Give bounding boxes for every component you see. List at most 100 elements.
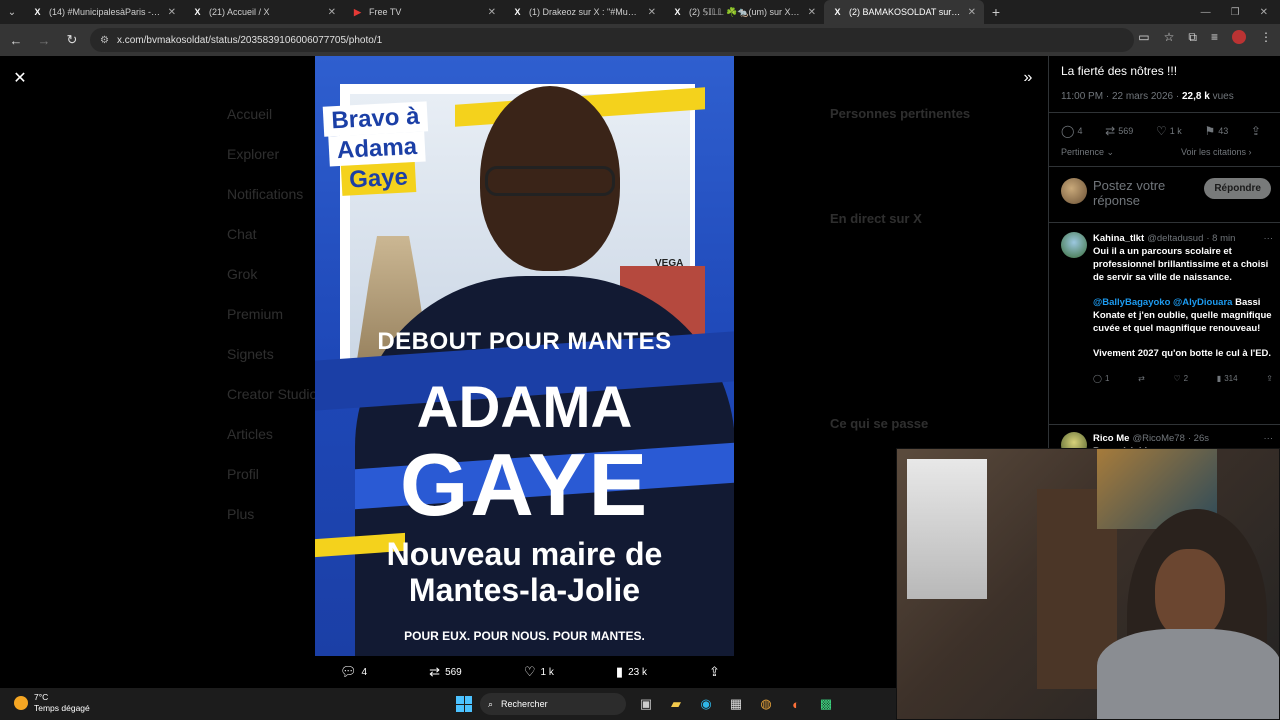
file-explorer-icon[interactable]: ▰ — [666, 694, 686, 714]
reply-submit-button[interactable]: Répondre — [1204, 178, 1271, 199]
media-action-bar: 💬︎ 4 ⇄ 569 ♡ 1 k ▮ 23 k ⇪ — [340, 662, 720, 682]
like-button[interactable]: ♡ 1 k — [1156, 124, 1182, 138]
bookmark-count: 43 — [1218, 126, 1229, 136]
tab-2[interactable]: ▶ Free TV ✕ — [344, 0, 504, 24]
reply-item[interactable]: Kahina_tlkt @deltadusud · 8 min ··· Oui … — [1061, 232, 1273, 385]
like-count: 1 k — [1169, 126, 1182, 136]
new-tab-button[interactable]: + — [984, 0, 1008, 24]
share-button[interactable]: ⇪ — [1251, 124, 1261, 138]
share-button[interactable]: ⇪ — [1266, 372, 1273, 385]
app-icon[interactable]: ▩ — [816, 694, 836, 714]
reply-count: 4 — [361, 666, 368, 678]
sort-dropdown[interactable]: Pertinence ⌄ — [1061, 147, 1114, 158]
heart-icon: ♡ — [523, 664, 536, 679]
store-icon[interactable]: ▦ — [726, 694, 746, 714]
tab-search-icon[interactable]: ⌄ — [0, 0, 24, 24]
repost-button[interactable]: ⇄ 569 — [429, 664, 462, 680]
poster-first-name: ADAMA — [416, 375, 633, 440]
chrome-icon[interactable]: ◍ — [756, 694, 776, 714]
author-name[interactable]: Rico Me — [1093, 432, 1129, 445]
weather-widget[interactable]: 7°C Temps dégagé — [14, 692, 90, 714]
menu-icon[interactable]: ⋮ — [1260, 30, 1272, 45]
cast-icon[interactable]: ▭ — [1138, 30, 1149, 45]
author-handle[interactable]: @RicoMe78 — [1132, 432, 1184, 445]
sun-icon — [14, 696, 28, 710]
edge-icon[interactable]: ◉ — [696, 694, 716, 714]
author-name[interactable]: Kahina_tlkt — [1093, 232, 1144, 245]
view-quotes-link[interactable]: Voir les citations › — [1181, 147, 1252, 157]
tab-4[interactable]: X (2) 𝕊𝕀𝕃𝕃 ☘️🐀(um) sur X : "Mairie ✕ — [664, 0, 824, 24]
reply-count: 1 — [1104, 374, 1110, 383]
chevron-right-icon: › — [1248, 147, 1252, 157]
view-count: 23 k — [628, 666, 647, 678]
nav-item: Chat — [227, 226, 257, 242]
url-text: x.com/bvmakosoldat/status/20358391060060… — [116, 34, 383, 46]
like-button[interactable]: ♡ 2 — [1173, 372, 1188, 385]
firefox-icon[interactable]: ◐ — [786, 694, 806, 714]
reply-button[interactable]: 💬︎ 4 — [340, 664, 367, 680]
weather-condition: Temps dégagé — [34, 703, 90, 713]
minimize-icon[interactable]: — — [1201, 7, 1211, 18]
tab-5[interactable]: X (2) BAMAKOSOLDAT sur X : "Sc ✕ — [824, 0, 984, 24]
profile-avatar[interactable] — [1232, 30, 1246, 44]
views-button[interactable]: ▮ 23 k — [616, 664, 647, 680]
views-label: vues — [1209, 91, 1234, 102]
close-viewer-icon[interactable]: ✕ — [10, 68, 30, 88]
address-bar[interactable]: ⚙ x.com/bvmakosoldat/status/203583910600… — [90, 28, 1134, 52]
tweet-text: La fierté des nôtres !!! — [1061, 64, 1178, 78]
close-icon[interactable]: ✕ — [968, 7, 976, 18]
site-info-icon[interactable]: ⚙ — [100, 35, 109, 46]
extensions-icon[interactable]: ⧉ — [1188, 30, 1197, 45]
reply-input[interactable]: Postez votre réponse — [1093, 178, 1187, 208]
reply-button[interactable]: ◯ 4 — [1061, 124, 1082, 138]
repost-button[interactable]: ⇄ 569 — [1105, 124, 1133, 138]
task-view-icon[interactable]: ▣ — [636, 694, 656, 714]
more-icon[interactable]: ··· — [1264, 432, 1274, 445]
divider — [1049, 222, 1280, 223]
close-icon[interactable]: ✕ — [328, 7, 336, 18]
forward-icon[interactable]: → — [34, 30, 54, 50]
tab-0[interactable]: X (14) #MunicipalesàParis - Reche ✕ — [24, 0, 184, 24]
avatar[interactable] — [1061, 232, 1087, 258]
like-button[interactable]: ♡ 1 k — [524, 664, 554, 680]
back-icon[interactable]: ← — [6, 30, 26, 50]
windows-start-icon[interactable] — [456, 696, 472, 712]
tab-3[interactable]: X (1) Drakeoz sur X : "#Municipa ✕ — [504, 0, 664, 24]
tab-label: (2) BAMAKOSOLDAT sur X : "Sc — [849, 7, 962, 17]
close-icon[interactable]: ✕ — [648, 7, 656, 18]
campaign-poster-image[interactable]: VEGA Bravo à Adama Gaye DEBOUT POUR MANT… — [315, 56, 734, 656]
windows-taskbar: 7°C Temps dégagé ⌕ Rechercher ▣ ▰ ◉ ▦ ◍ ◐ … — [0, 688, 896, 720]
reply-header: Kahina_tlkt @deltadusud · 8 min ··· — [1093, 232, 1273, 245]
tab-label: (21) Accueil / X — [209, 7, 270, 17]
collapse-panel-icon[interactable]: » — [1018, 68, 1038, 88]
repost-button[interactable]: ⇄ — [1138, 372, 1145, 385]
author-handle[interactable]: @deltadusud — [1147, 232, 1203, 245]
views-button[interactable]: ▮ 314 — [1217, 372, 1238, 385]
more-icon[interactable]: ··· — [1264, 232, 1274, 245]
x-logo-icon: X — [34, 7, 41, 17]
close-icon[interactable]: ✕ — [168, 7, 176, 18]
repost-icon: ⇄ — [1105, 124, 1116, 138]
reply-button[interactable]: ◯ 1 — [1093, 372, 1109, 385]
bookmark-button[interactable]: ⚑ 43 — [1204, 124, 1228, 138]
reload-icon[interactable]: ↻ — [62, 30, 82, 50]
repost-icon: ⇄ — [429, 664, 441, 679]
media-icon[interactable]: ≡ — [1211, 30, 1218, 45]
reply-paragraph: @BallyBagayoko @AlyDiouara Bassi Konate … — [1093, 296, 1273, 335]
taskbar-search[interactable]: ⌕ Rechercher — [480, 693, 626, 715]
close-window-icon[interactable]: ✕ — [1260, 7, 1268, 18]
maximize-icon[interactable]: ❐ — [1231, 7, 1240, 18]
share-button[interactable]: ⇪ — [709, 664, 720, 680]
reply-time: · 8 min — [1206, 233, 1236, 244]
mention-link[interactable]: @BallyBagayoko @AlyDiouara — [1093, 297, 1232, 308]
tab-1[interactable]: X (21) Accueil / X ✕ — [184, 0, 344, 24]
nav-item: Profil — [227, 466, 259, 482]
tweet-views: 22,8 k — [1181, 91, 1210, 102]
x-logo-icon: X — [674, 7, 681, 17]
close-icon[interactable]: ✕ — [808, 7, 816, 18]
tweet-meta: 11:00 PM · 22 mars 2026 · 22,8 k vues — [1061, 91, 1234, 102]
close-icon[interactable]: ✕ — [488, 7, 496, 18]
browser-toolbar: ← → ↻ ⚙ x.com/bvmakosoldat/status/203583… — [0, 24, 1280, 56]
glasses-illustration — [485, 166, 615, 196]
bookmark-star-icon[interactable]: ☆ — [1164, 30, 1175, 45]
